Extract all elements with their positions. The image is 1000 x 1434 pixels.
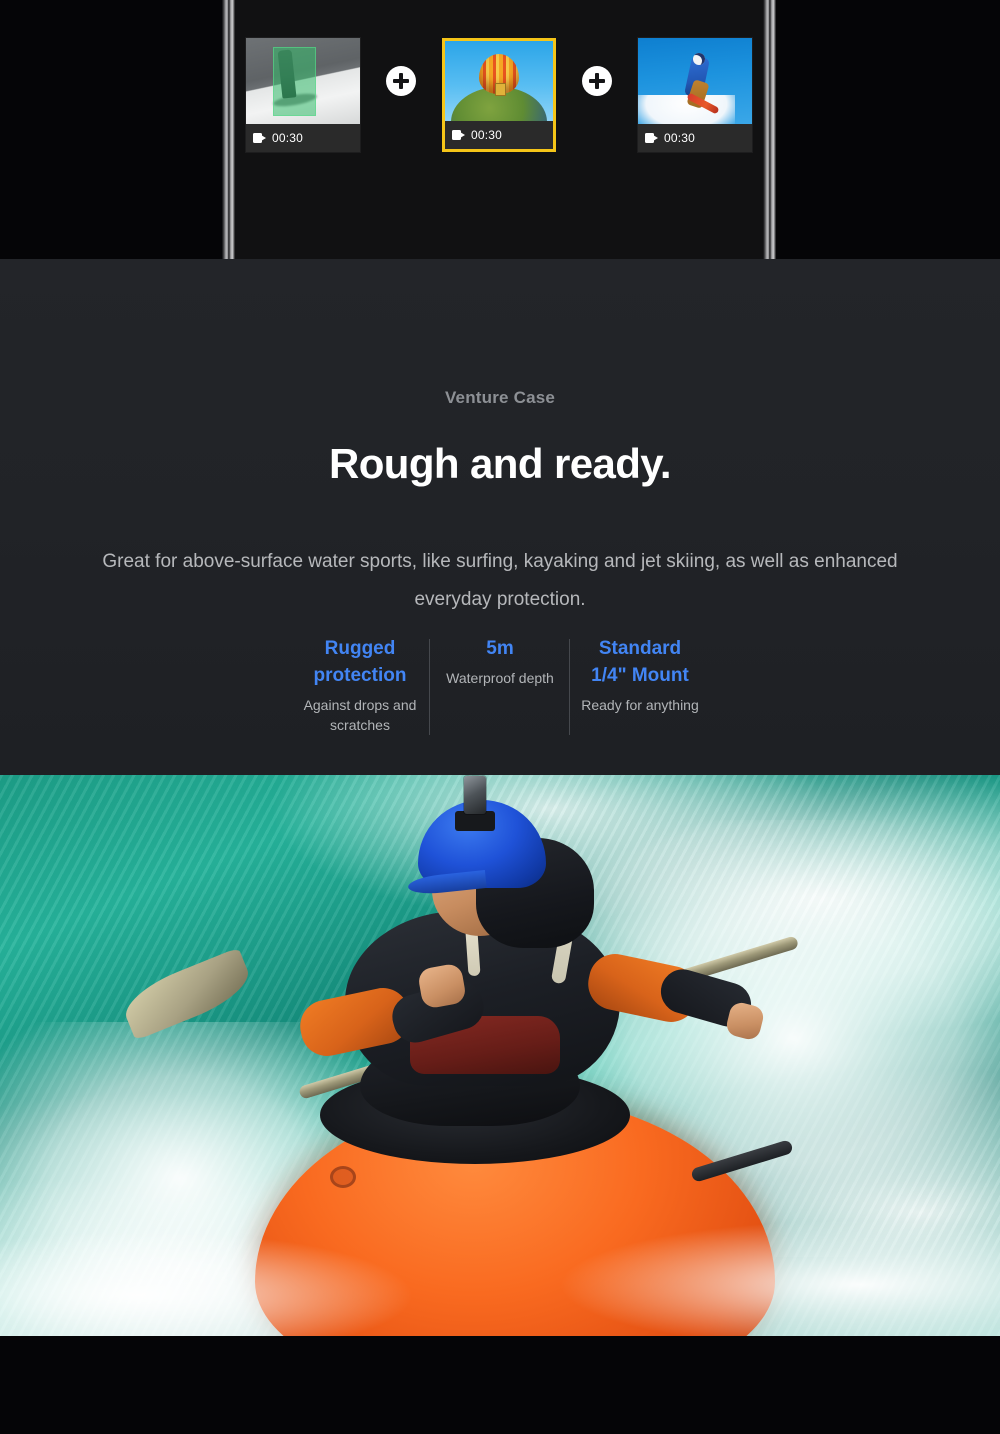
spec-subtitle: Waterproof depth: [446, 670, 554, 686]
clip-duration-label: 00:30: [272, 131, 304, 145]
clip-preview: [638, 38, 752, 124]
spec-subtitle: Against drops and scratches: [303, 697, 417, 733]
video-camera-icon: [253, 133, 266, 143]
green-selection-overlay: [273, 46, 317, 116]
page-bottom-fill: [0, 1336, 1000, 1434]
spec-title: Rugged protection: [313, 638, 407, 686]
page-title: Rough and ready.: [329, 440, 672, 487]
video-camera-icon: [645, 133, 658, 143]
phone-frame-left: [222, 0, 235, 259]
clip-strip: 00:30 00:30 00:30: [235, 38, 763, 152]
product-page: 00:30 00:30 00:30 Venture Case Rough and…: [0, 0, 1000, 1434]
action-camera: [464, 776, 486, 814]
video-clip-thumbnail-selected[interactable]: 00:30: [442, 38, 556, 152]
spec-item-waterproof-depth: 5m Waterproof depth: [429, 635, 570, 735]
video-clip-thumbnail[interactable]: 00:30: [246, 38, 360, 152]
phone-editor-section: 00:30 00:30 00:30: [0, 0, 1000, 259]
phone-screen: 00:30 00:30 00:30: [235, 0, 763, 259]
clip-duration-label: 00:30: [471, 128, 503, 142]
spec-item-standard-mount: Standard 1/4" Mount Ready for anything: [569, 635, 710, 735]
video-clip-thumbnail[interactable]: 00:30: [638, 38, 752, 152]
product-eyebrow: Venture Case: [444, 388, 556, 407]
product-description: Great for above-surface water sports, li…: [102, 551, 898, 610]
add-clip-button[interactable]: [386, 66, 416, 96]
spec-subtitle: Ready for anything: [581, 697, 699, 713]
phone-device: 00:30 00:30 00:30: [222, 0, 776, 259]
clip-preview: [445, 41, 553, 121]
deck-ring: [330, 1166, 356, 1188]
clip-preview: [246, 38, 360, 124]
balloon-basket-shape: [495, 82, 506, 96]
spec-title: 5m: [486, 638, 514, 659]
add-clip-button[interactable]: [582, 66, 612, 96]
phone-frame-right: [763, 0, 776, 259]
clip-duration-bar: 00:30: [638, 124, 752, 152]
snow-mound-shape: [638, 94, 735, 124]
clip-duration-label: 00:30: [664, 131, 696, 145]
spec-title: Standard 1/4" Mount: [591, 638, 689, 686]
snowboarder-jump-image: [638, 38, 752, 124]
video-camera-icon: [452, 130, 465, 140]
camera-mount: [455, 811, 495, 831]
spec-item-rugged-protection: Rugged protection Against drops and scra…: [290, 635, 430, 735]
clip-duration-bar: 00:30: [246, 124, 360, 152]
clip-duration-bar: 00:30: [445, 121, 553, 149]
product-copy-section: Venture Case Rough and ready. Great for …: [0, 259, 1000, 775]
hot-air-balloon-image: [445, 41, 553, 121]
spec-list: Rugged protection Against drops and scra…: [0, 635, 1000, 735]
kayaker-hero-image: [0, 775, 1000, 1336]
